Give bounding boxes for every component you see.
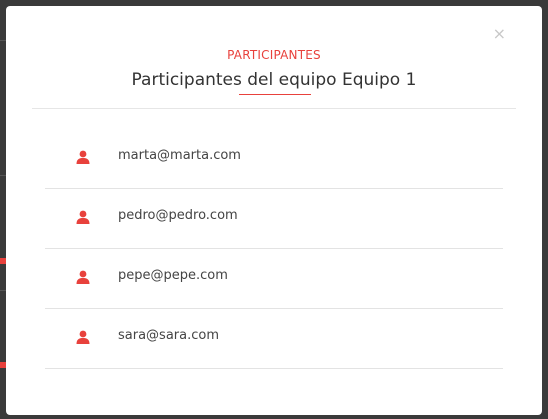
title-underline	[239, 94, 311, 95]
participant-email: marta@marta.com	[118, 148, 241, 163]
user-icon	[76, 150, 90, 164]
modal-title: Participantes del equipo Equipo 1	[131, 70, 417, 90]
header-divider	[32, 108, 516, 109]
participants-list: marta@marta.com pedro@pedro.com pepe@pep…	[45, 129, 503, 369]
list-item: pedro@pedro.com	[45, 189, 503, 249]
user-icon	[76, 210, 90, 224]
close-icon[interactable]: ×	[493, 26, 506, 42]
user-icon	[76, 330, 90, 344]
list-item: pepe@pepe.com	[45, 249, 503, 309]
list-item: sara@sara.com	[45, 309, 503, 369]
participant-email: pepe@pepe.com	[118, 268, 228, 283]
list-item: marta@marta.com	[45, 129, 503, 189]
participant-email: pedro@pedro.com	[118, 208, 238, 223]
user-icon	[76, 270, 90, 284]
modal-eyebrow: PARTICIPANTES	[227, 48, 321, 62]
participant-email: sara@sara.com	[118, 328, 219, 343]
participants-modal: × PARTICIPANTES Participantes del equipo…	[6, 6, 542, 415]
